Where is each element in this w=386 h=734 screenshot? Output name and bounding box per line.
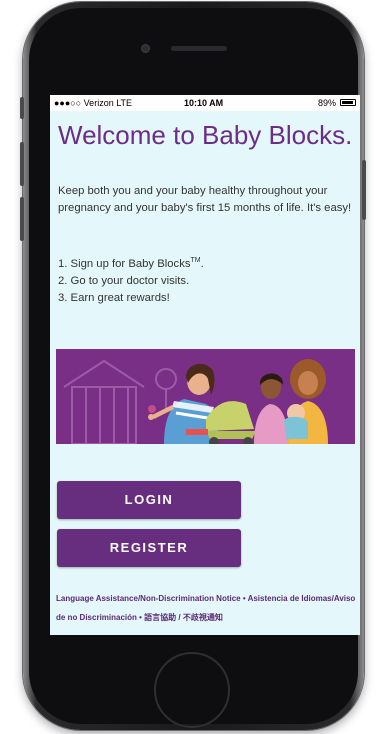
register-button[interactable]: REGISTER: [57, 529, 241, 567]
step-item: 1. Sign up for Baby BlocksTM.: [58, 252, 356, 273]
trademark-mark: TM: [190, 257, 201, 264]
family-illustration-icon: [56, 349, 355, 444]
battery-percent: 89%: [317, 98, 336, 108]
language-assistance-notice-link[interactable]: Language Assistance/Non-Discrimination N…: [56, 589, 356, 627]
home-button[interactable]: [154, 652, 230, 728]
step-text: 1. Sign up for Baby Blocks: [58, 257, 191, 270]
login-button[interactable]: LOGIN: [57, 481, 241, 519]
status-bar: ●●●○○ Verizon LTE 10:10 AM 89%: [50, 95, 360, 111]
steps-list: 1. Sign up for Baby BlocksTM. 2. Go to y…: [58, 252, 356, 307]
volume-down-button: [20, 197, 24, 241]
status-time: 10:10 AM: [184, 98, 224, 108]
power-button: [362, 160, 366, 220]
family-banner: [56, 349, 355, 444]
step-suffix: .: [200, 257, 204, 270]
volume-up-button: [20, 142, 24, 186]
mute-switch: [20, 97, 24, 119]
page-title: Welcome to Baby Blocks.: [58, 120, 353, 150]
carrier-signal: ●●●○○ Verizon LTE: [54, 98, 133, 108]
front-camera: [141, 44, 150, 53]
earpiece-speaker: [171, 46, 227, 51]
app-screen: ●●●○○ Verizon LTE 10:10 AM 89% Welcome t…: [50, 95, 360, 635]
intro-text: Keep both you and your baby healthy thro…: [58, 185, 352, 214]
step-item: 2. Go to your doctor visits.: [58, 274, 190, 287]
battery-icon: [340, 99, 356, 106]
step-item: 3. Earn great rewards!: [58, 291, 170, 304]
